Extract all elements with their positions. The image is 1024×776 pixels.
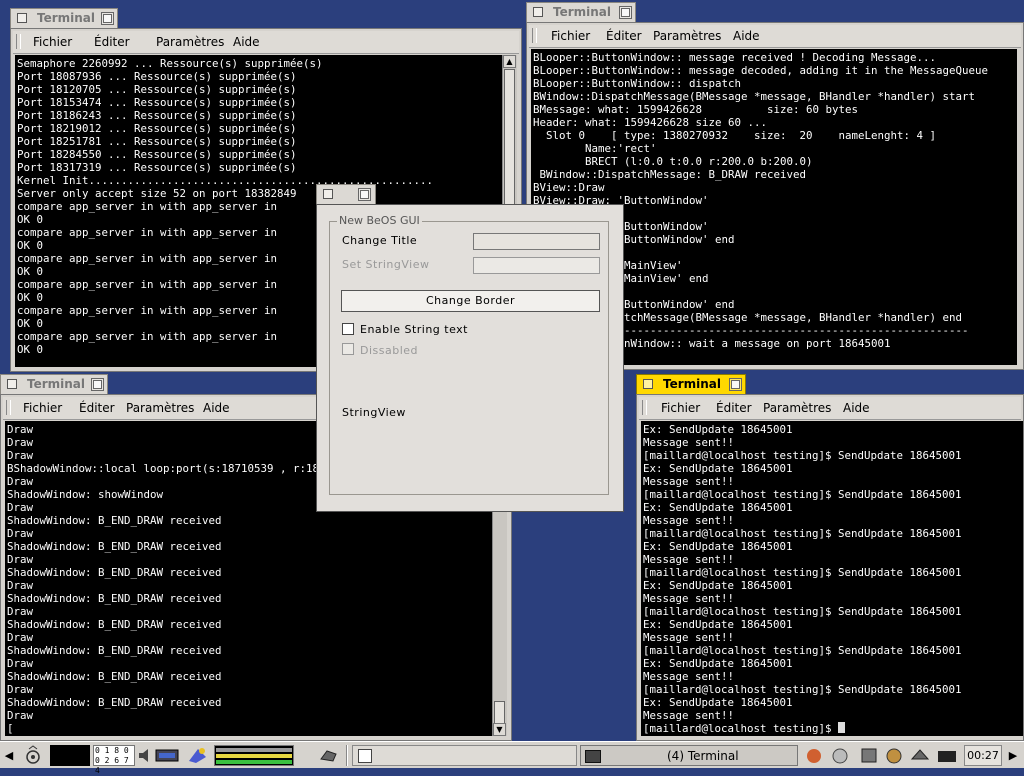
tray-icons (804, 745, 960, 766)
gui-group-label: New BeOS GUI (337, 214, 422, 227)
terminal-cursor-line: [ (7, 722, 14, 735)
scroll-up-arrow-icon[interactable]: ▲ (503, 55, 516, 68)
zoom-box-icon[interactable] (101, 12, 114, 25)
network-icon[interactable] (154, 745, 182, 766)
dissabled-checkbox[interactable] (342, 343, 354, 355)
menu-editer[interactable]: Éditer (606, 29, 642, 43)
volume-icon[interactable] (137, 745, 153, 766)
menu-editer[interactable]: Éditer (79, 401, 115, 415)
menu-aide[interactable]: Aide (233, 35, 260, 49)
window-title: Terminal (663, 377, 722, 391)
menu-fichier[interactable]: Fichier (23, 401, 62, 415)
menu-bar: Fichier Éditer Paramètres Aide (529, 25, 1021, 48)
window-tab[interactable]: Terminal (526, 2, 636, 22)
rock-icon[interactable] (318, 745, 340, 766)
terminal-output[interactable]: Ex: SendUpdate 18645001 Message sent!! [… (641, 421, 1023, 736)
close-box-icon[interactable] (533, 7, 543, 17)
menu-bar: Fichier Éditer Paramètres Aide (639, 397, 1021, 420)
stringview-text: StringView (342, 406, 406, 419)
menu-aide[interactable]: Aide (843, 401, 870, 415)
clock[interactable]: 00:27 (964, 745, 1002, 766)
window-icon (358, 749, 372, 763)
preview-pane (50, 745, 90, 766)
zoom-box-icon[interactable] (619, 6, 632, 19)
menu-grip-icon (6, 400, 11, 415)
window-tab-active[interactable]: Terminal (636, 374, 746, 394)
terminal-prompt-line: [maillard@localhost testing]$ (641, 722, 1023, 735)
text-cursor-icon (838, 722, 846, 733)
menu-grip-icon (642, 400, 647, 415)
menu-parametres[interactable]: Paramètres (156, 35, 224, 49)
zoom-box-icon[interactable] (729, 378, 742, 391)
menu-aide[interactable]: Aide (203, 401, 230, 415)
terminal-prompt: [maillard@localhost testing]$ (643, 722, 839, 735)
close-box-icon[interactable] (17, 13, 27, 23)
menu-editer[interactable]: Éditer (716, 401, 752, 415)
window-title: Terminal (553, 5, 612, 19)
close-box-icon[interactable] (7, 379, 17, 389)
window-title: Terminal (27, 377, 86, 391)
menu-editer[interactable]: Éditer (94, 35, 130, 49)
window-tab[interactable]: Terminal (0, 374, 108, 394)
task-terminal-button[interactable]: (4) Terminal (580, 745, 798, 766)
scroll-left-arrow-icon[interactable]: ◀ (2, 745, 16, 766)
menu-grip-icon (16, 34, 21, 49)
scroll-down-arrow-icon[interactable]: ▼ (493, 723, 506, 736)
terminal-window-bottom-right[interactable]: Terminal Fichier Éditer Paramètres Aide … (636, 374, 1024, 741)
deskbar-separator (346, 745, 348, 766)
menu-parametres[interactable]: Paramètres (763, 401, 831, 415)
dissabled-label: Dissabled (360, 344, 419, 357)
task-terminal-label: (4) Terminal (667, 749, 739, 763)
menu-parametres[interactable]: Paramètres (126, 401, 194, 415)
menu-parametres[interactable]: Paramètres (653, 29, 721, 43)
window-list-button[interactable] (352, 745, 577, 766)
close-box-icon[interactable] (643, 379, 653, 389)
window-tab[interactable]: Terminal (10, 8, 118, 28)
cpu-counter: 0 1 8 0 0 2 6 7 4 (93, 745, 135, 775)
enable-string-text-checkbox[interactable] (342, 323, 354, 335)
zoom-box-icon[interactable] (91, 378, 104, 391)
set-stringview-input[interactable] (473, 257, 600, 274)
menu-fichier[interactable]: Fichier (33, 35, 72, 49)
workspace-icon[interactable] (20, 745, 46, 766)
load-meter (214, 745, 294, 766)
change-title-label: Change Title (342, 234, 418, 247)
menu-grip-icon (532, 28, 537, 43)
zoom-box-icon[interactable] (358, 188, 371, 201)
window-title: Terminal (37, 11, 96, 25)
counter-top: 0 1 8 0 (95, 746, 129, 755)
change-title-input[interactable] (473, 233, 600, 250)
terminal-text: Ex: SendUpdate 18645001 Message sent!! [… (643, 423, 962, 722)
counter-bottom: 0 2 6 7 4 (95, 756, 129, 775)
scroll-right-arrow-icon[interactable]: ▶ (1006, 745, 1020, 766)
menu-bar: Fichier Éditer Paramètres Aide (13, 31, 519, 54)
deskbar: ◀ 0 1 8 0 0 2 6 7 4 (4) Terminal 00:27 ▶ (0, 741, 1024, 775)
menu-fichier[interactable]: Fichier (551, 29, 590, 43)
menu-aide[interactable]: Aide (733, 29, 760, 43)
tools-icon[interactable] (186, 745, 210, 766)
terminal-task-icon (585, 750, 601, 763)
set-stringview-label: Set StringView (342, 258, 430, 271)
enable-string-text-label: Enable String text (360, 323, 468, 336)
menu-fichier[interactable]: Fichier (661, 401, 700, 415)
close-box-icon[interactable] (323, 189, 333, 199)
window-tab[interactable] (316, 184, 376, 204)
beos-gui-window[interactable]: New BeOS GUI Change Title Set StringView… (316, 184, 624, 512)
change-border-button[interactable]: Change Border (341, 290, 600, 312)
